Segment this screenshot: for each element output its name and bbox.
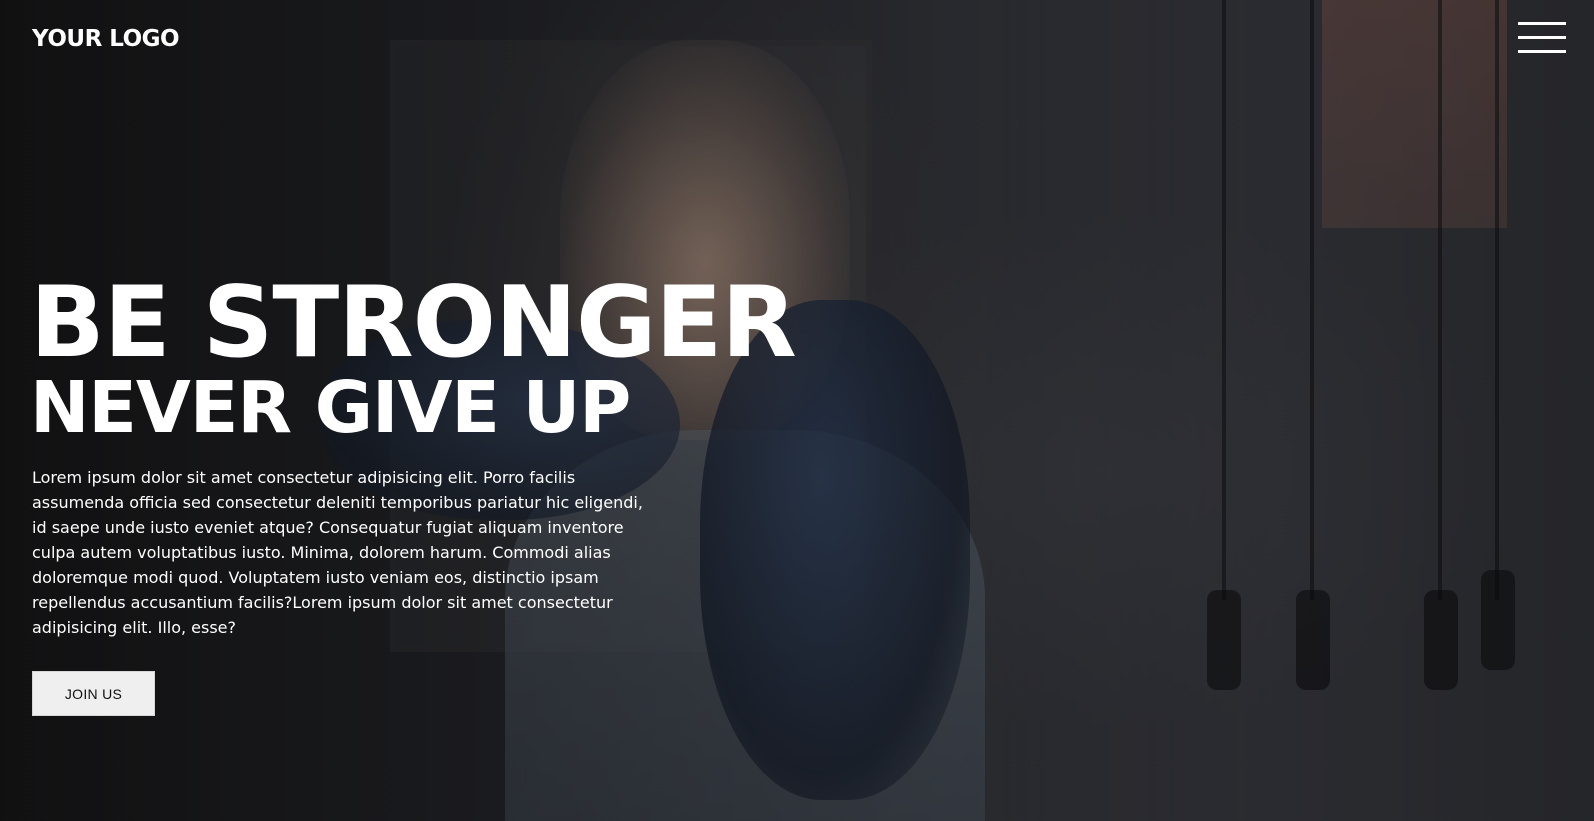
- hero-headline: BE STRONGER: [30, 266, 797, 380]
- logo[interactable]: YOUR LOGO: [32, 26, 180, 52]
- hero-section: YOUR LOGO BE STRONGER NEVER GIVE UP Lore…: [0, 0, 1594, 821]
- menu-bar-middle: [1518, 36, 1566, 39]
- hamburger-menu-icon[interactable]: [1518, 22, 1566, 54]
- hero-body-text: Lorem ipsum dolor sit amet consectetur a…: [32, 468, 643, 637]
- hero-subheadline: NEVER GIVE UP: [30, 366, 631, 449]
- menu-bar-top: [1518, 22, 1566, 25]
- join-us-button[interactable]: JOIN US: [32, 671, 155, 716]
- menu-bar-bottom: [1518, 50, 1566, 53]
